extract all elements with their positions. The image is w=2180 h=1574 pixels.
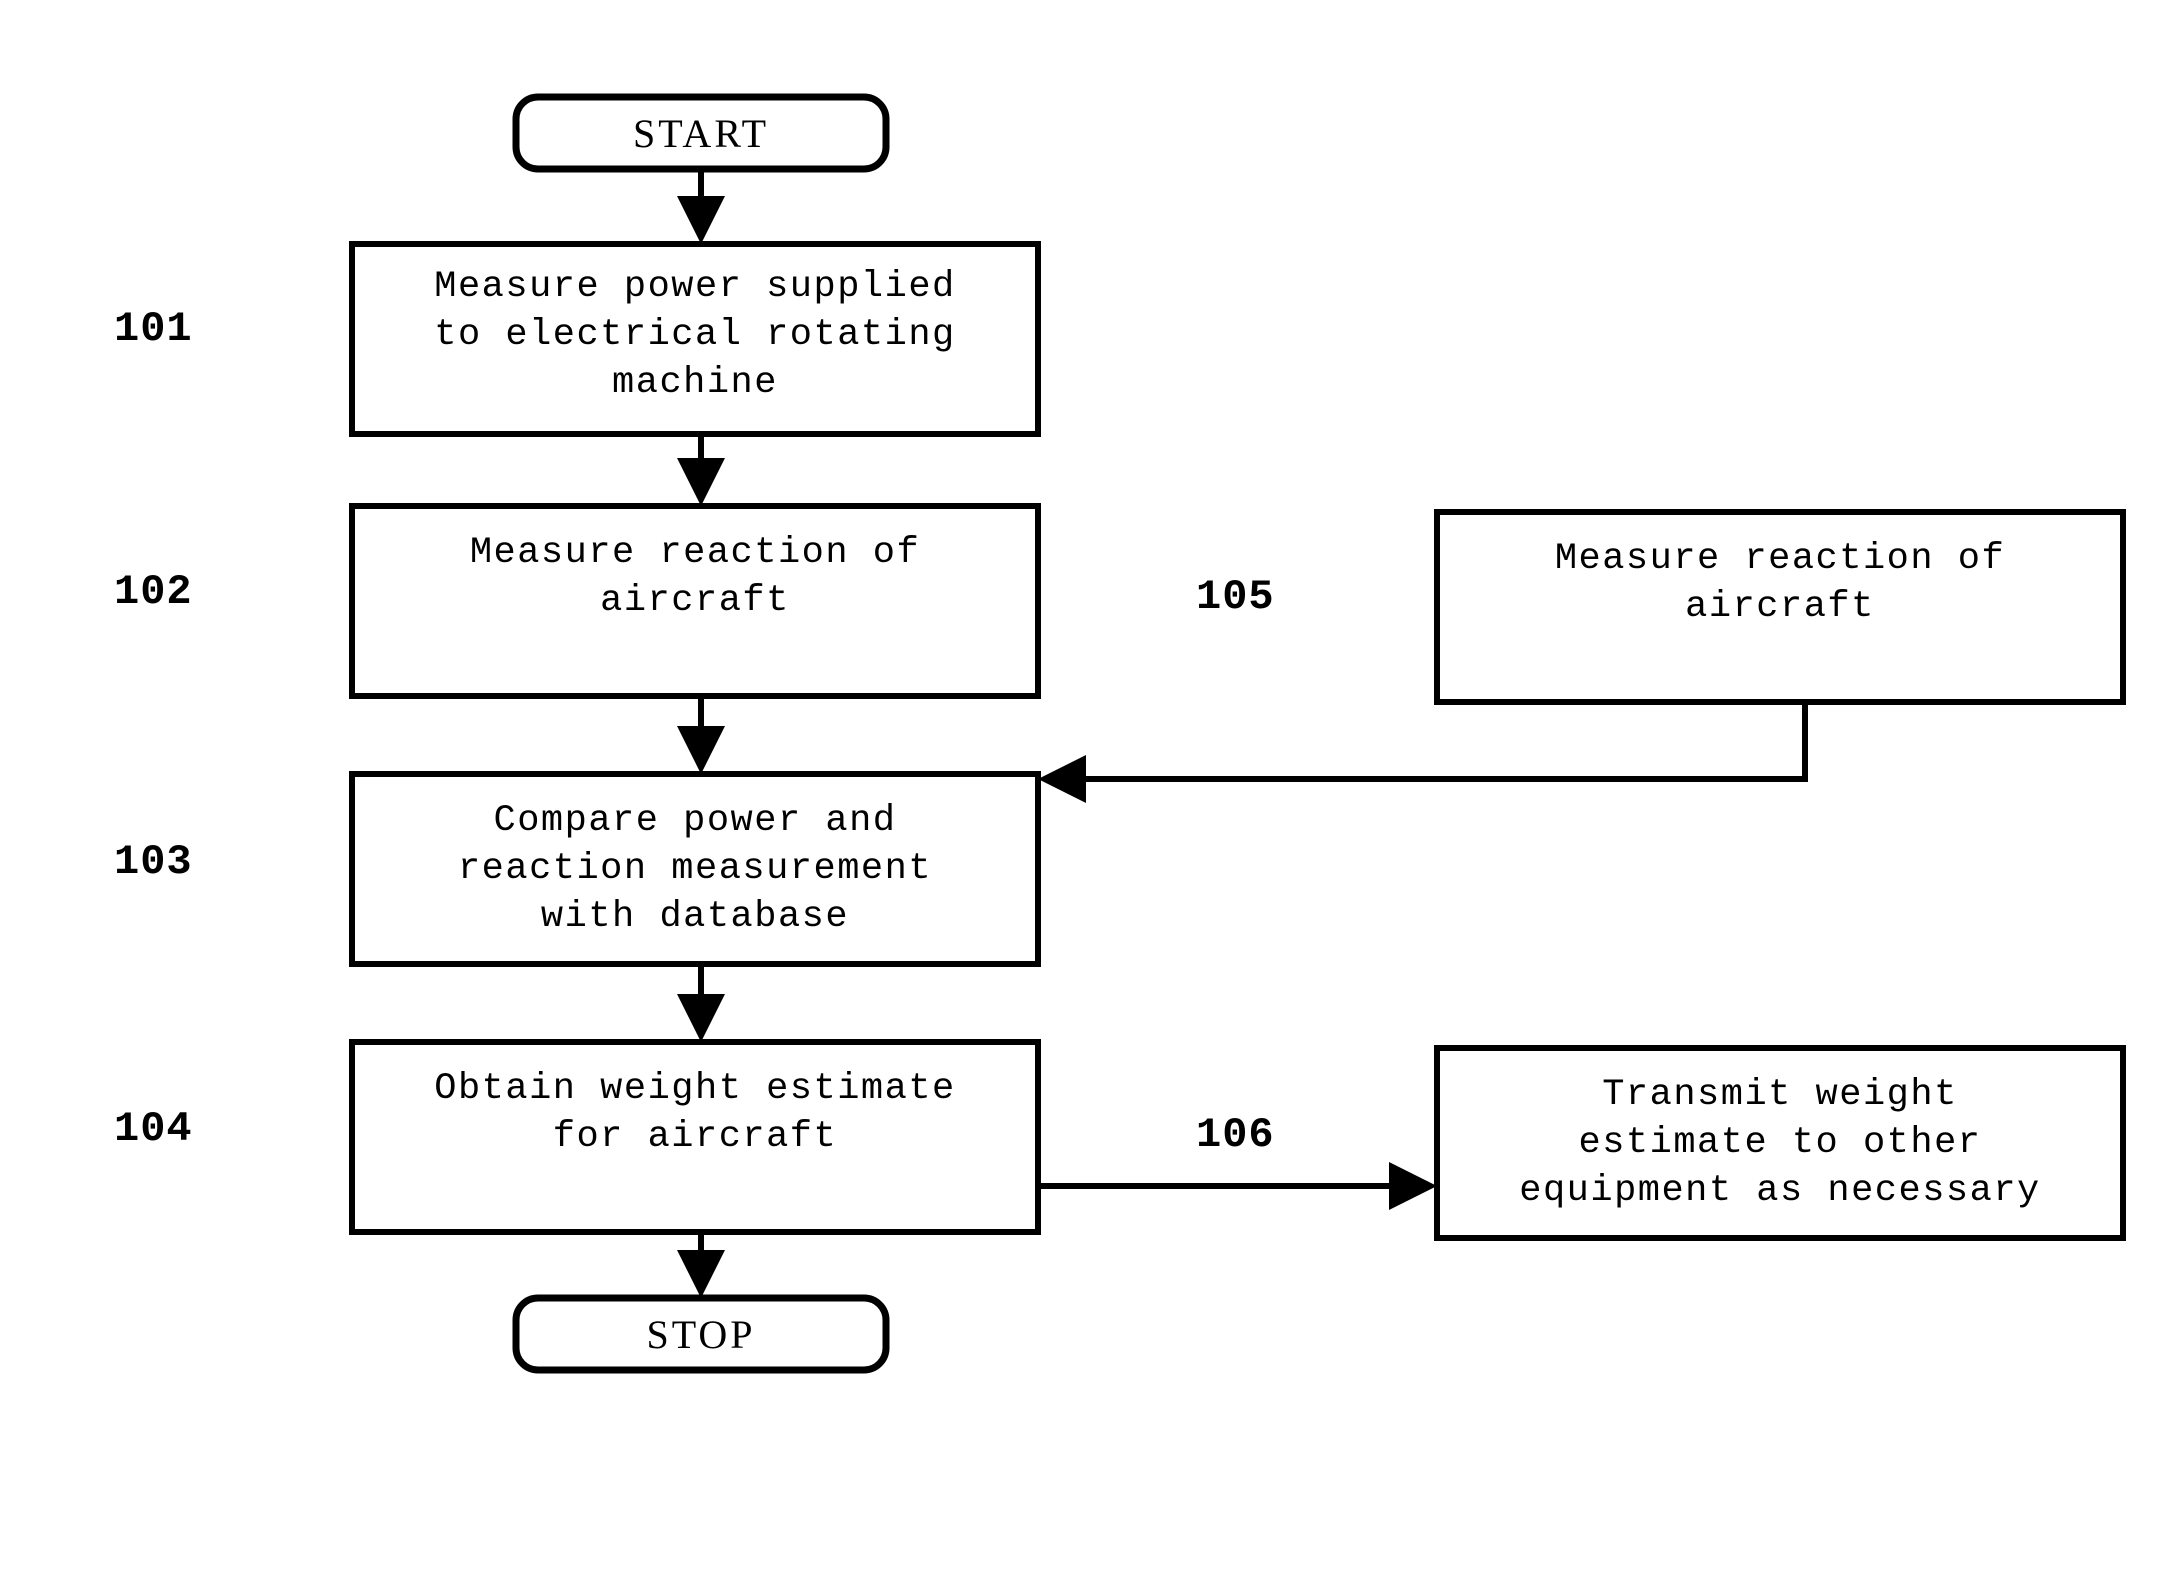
box-106-line-2: estimate to other [1579,1122,1982,1164]
node-102[interactable]: Measure reaction of aircraft [349,503,1041,699]
box-105-line-2: aircraft [1685,586,1875,628]
arrow-head-icon [677,726,725,774]
box-104-line-2: for aircraft [553,1116,837,1158]
arrow-101-to-102 [677,434,725,506]
node-101[interactable]: Measure power supplied to electrical rot… [349,241,1041,437]
box-106-line-1: Transmit weight [1602,1074,1958,1116]
ref-label-101: 101 [114,305,193,353]
box-101-line-3: machine [612,362,778,404]
box-103-line-2: reaction measurement [458,848,932,890]
arrow-102-to-103 [677,696,725,774]
flowchart-diagram: START Measure power supplied to electric… [0,0,2180,1574]
box-106-line-3: equipment as necessary [1519,1170,2040,1212]
start-label: START [633,111,769,156]
arrow-head-icon [677,458,725,506]
stop-label: STOP [646,1312,755,1357]
node-stop[interactable]: STOP [512,1294,890,1374]
arrow-head-icon [677,1250,725,1298]
box-102-line-2: aircraft [600,580,790,622]
arrow-head-icon [677,994,725,1042]
arrow-104-to-stop [677,1232,725,1298]
box-103-line-1: Compare power and [494,800,897,842]
ref-label-102: 102 [114,568,193,616]
ref-label-104: 104 [114,1105,193,1153]
box-101-line-1: Measure power supplied [434,266,955,308]
arrow-103-to-104 [677,964,725,1042]
arrow-head-icon [1389,1162,1437,1210]
arrow-head-icon [677,196,725,244]
node-start[interactable]: START [512,93,890,173]
box-104-line-1: Obtain weight estimate [434,1068,955,1110]
node-104[interactable]: Obtain weight estimate for aircraft [349,1039,1041,1235]
box-105-line-1: Measure reaction of [1555,538,2005,580]
node-103[interactable]: Compare power and reaction measurement w… [349,771,1041,967]
ref-label-103: 103 [114,838,193,886]
arrow-start-to-101 [677,169,725,244]
box-101-line-2: to electrical rotating [434,314,955,356]
node-105[interactable]: Measure reaction of aircraft [1434,509,2126,705]
box-102-line-1: Measure reaction of [470,532,920,574]
arrow-104-to-106 [1038,1162,1437,1210]
flowchart-canvas: START Measure power supplied to electric… [114,93,2126,1374]
ref-label-105: 105 [1196,573,1275,621]
arrow-105-to-103 [1038,702,1808,803]
node-106[interactable]: Transmit weight estimate to other equipm… [1434,1045,2126,1241]
arrow-head-icon [1038,755,1086,803]
box-103-line-3: with database [541,896,849,938]
ref-label-106: 106 [1196,1111,1275,1159]
